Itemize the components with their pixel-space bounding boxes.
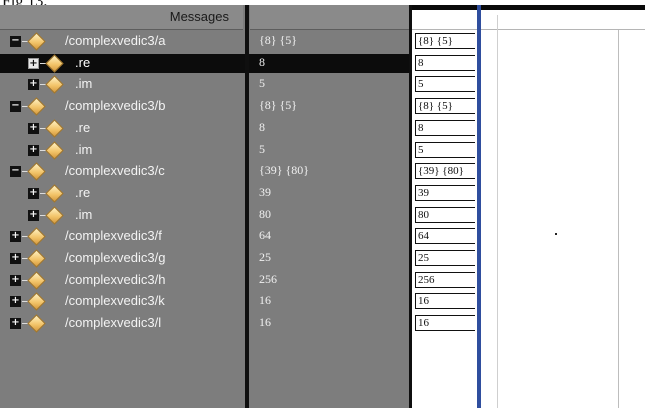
messages-column-header[interactable]: Messages xyxy=(0,5,243,30)
grid-line xyxy=(618,30,619,408)
expand-icon[interactable]: + xyxy=(28,58,39,69)
signal-row[interactable]: − /complexvedic3/a {8} {5} xyxy=(0,32,409,51)
waveform-pane[interactable]: {8} {5} 8 5 {8} {5} 8 5 {39} {80} 39 80 64 25 256 16… xyxy=(412,5,645,408)
waveform-value-box[interactable]: 39 xyxy=(415,185,475,201)
signal-value: 5 xyxy=(259,76,265,90)
signal-row[interactable]: + /complexvedic3/g 25 xyxy=(0,249,409,268)
signal-value: {8} {5} xyxy=(259,98,298,112)
grid-line xyxy=(497,15,498,408)
signal-value: 16 xyxy=(259,315,271,329)
signal-row[interactable]: + .im 80 xyxy=(0,206,409,225)
time-ruler-bar xyxy=(412,5,645,10)
signal-value: 25 xyxy=(259,250,271,264)
signal-row[interactable]: + /complexvedic3/l 16 xyxy=(0,314,409,333)
signal-diamond-icon xyxy=(27,162,46,181)
signal-name: .im xyxy=(75,207,93,222)
collapse-icon[interactable]: − xyxy=(10,36,21,47)
waveform-value-box[interactable]: 80 xyxy=(415,207,475,223)
signal-name: .im xyxy=(75,142,93,157)
signal-diamond-icon xyxy=(45,206,64,225)
signal-value: 39 xyxy=(259,185,271,199)
waveform-value-box[interactable]: {8} {5} xyxy=(415,33,475,49)
signal-diamond-icon xyxy=(27,97,46,116)
signal-value: 5 xyxy=(259,142,265,156)
expand-icon[interactable]: + xyxy=(10,318,21,329)
signal-row[interactable]: + /complexvedic3/h 256 xyxy=(0,271,409,290)
signal-name: /complexvedic3/g xyxy=(65,250,166,265)
expand-icon[interactable]: + xyxy=(28,79,39,90)
expand-icon[interactable]: + xyxy=(28,123,39,134)
waveform-value-box[interactable]: 5 xyxy=(415,76,475,92)
expand-icon[interactable]: + xyxy=(28,188,39,199)
signal-value: {8} {5} xyxy=(259,33,298,47)
waveform-value-box[interactable]: 8 xyxy=(415,55,475,71)
waveform-value-box[interactable]: 25 xyxy=(415,250,475,266)
ruler-separator xyxy=(412,29,645,30)
signal-value: 8 xyxy=(259,55,265,69)
signal-diamond-icon xyxy=(27,32,46,51)
signal-diamond-icon xyxy=(27,271,46,290)
waveform-value-box[interactable]: 256 xyxy=(415,272,475,288)
signal-name: .re xyxy=(75,120,91,135)
waveform-value-box[interactable]: 16 xyxy=(415,315,475,331)
signal-row[interactable]: + .re 8 xyxy=(0,119,409,138)
signal-row[interactable]: + /complexvedic3/k 16 xyxy=(0,292,409,311)
signal-diamond-icon xyxy=(45,75,64,94)
signal-name: .re xyxy=(75,185,91,200)
collapse-icon[interactable]: − xyxy=(10,101,21,112)
waveform-value-box[interactable]: 8 xyxy=(415,120,475,136)
signal-diamond-icon xyxy=(45,119,64,138)
signal-diamond-icon xyxy=(27,227,46,246)
signal-name: /complexvedic3/f xyxy=(65,228,162,243)
signal-name: .re xyxy=(75,55,91,70)
expand-icon[interactable]: + xyxy=(28,145,39,156)
signal-name: /complexvedic3/h xyxy=(65,272,166,287)
signal-name: /complexvedic3/c xyxy=(65,163,165,178)
signal-name: /complexvedic3/a xyxy=(65,33,166,48)
waveform-value-box[interactable]: {39} {80} xyxy=(415,163,475,179)
signal-diamond-icon xyxy=(27,292,46,311)
expand-icon[interactable]: + xyxy=(10,231,21,242)
signal-row[interactable]: + .im 5 xyxy=(0,141,409,160)
signal-row[interactable]: + .re 8 xyxy=(0,54,409,73)
signal-name: /complexvedic3/k xyxy=(65,293,165,308)
signal-name: /complexvedic3/b xyxy=(65,98,166,113)
signal-value: 16 xyxy=(259,293,271,307)
signal-value: 256 xyxy=(259,272,277,286)
signal-value: 8 xyxy=(259,120,265,134)
wave-window: Messages − /complexvedic3/a {8} {5} + .re 8 +.… xyxy=(0,5,645,408)
signal-value: 64 xyxy=(259,228,271,242)
expand-icon[interactable]: + xyxy=(10,275,21,286)
signal-name: .im xyxy=(75,76,93,91)
waveform-dot xyxy=(555,233,557,235)
expand-icon[interactable]: + xyxy=(28,210,39,221)
signal-row[interactable]: + /complexvedic3/f 64 xyxy=(0,227,409,246)
signal-value: 80 xyxy=(259,207,271,221)
waveform-value-box[interactable]: 16 xyxy=(415,293,475,309)
signal-row[interactable]: − /complexvedic3/b {8} {5} xyxy=(0,97,409,116)
signal-name: /complexvedic3/l xyxy=(65,315,162,330)
signal-diamond-icon xyxy=(27,249,46,268)
signal-diamond-icon xyxy=(27,314,46,333)
values-column-header[interactable] xyxy=(250,5,410,30)
signal-row[interactable]: + .im 5 xyxy=(0,75,409,94)
expand-icon[interactable]: + xyxy=(10,296,21,307)
time-cursor[interactable] xyxy=(477,5,481,408)
signal-diamond-icon xyxy=(45,54,64,73)
signal-diamond-icon xyxy=(45,141,64,160)
messages-header-label: Messages xyxy=(169,9,229,24)
signal-row[interactable]: + .re 39 xyxy=(0,184,409,203)
waveform-value-box[interactable]: 64 xyxy=(415,228,475,244)
pane-divider-left[interactable] xyxy=(245,5,249,408)
collapse-icon[interactable]: − xyxy=(10,166,21,177)
waveform-value-box[interactable]: 5 xyxy=(415,142,475,158)
expand-icon[interactable]: + xyxy=(10,253,21,264)
signal-diamond-icon xyxy=(45,184,64,203)
signal-value: {39} {80} xyxy=(259,163,310,177)
signal-row[interactable]: − /complexvedic3/c {39} {80} xyxy=(0,162,409,181)
waveform-value-box[interactable]: {8} {5} xyxy=(415,98,475,114)
